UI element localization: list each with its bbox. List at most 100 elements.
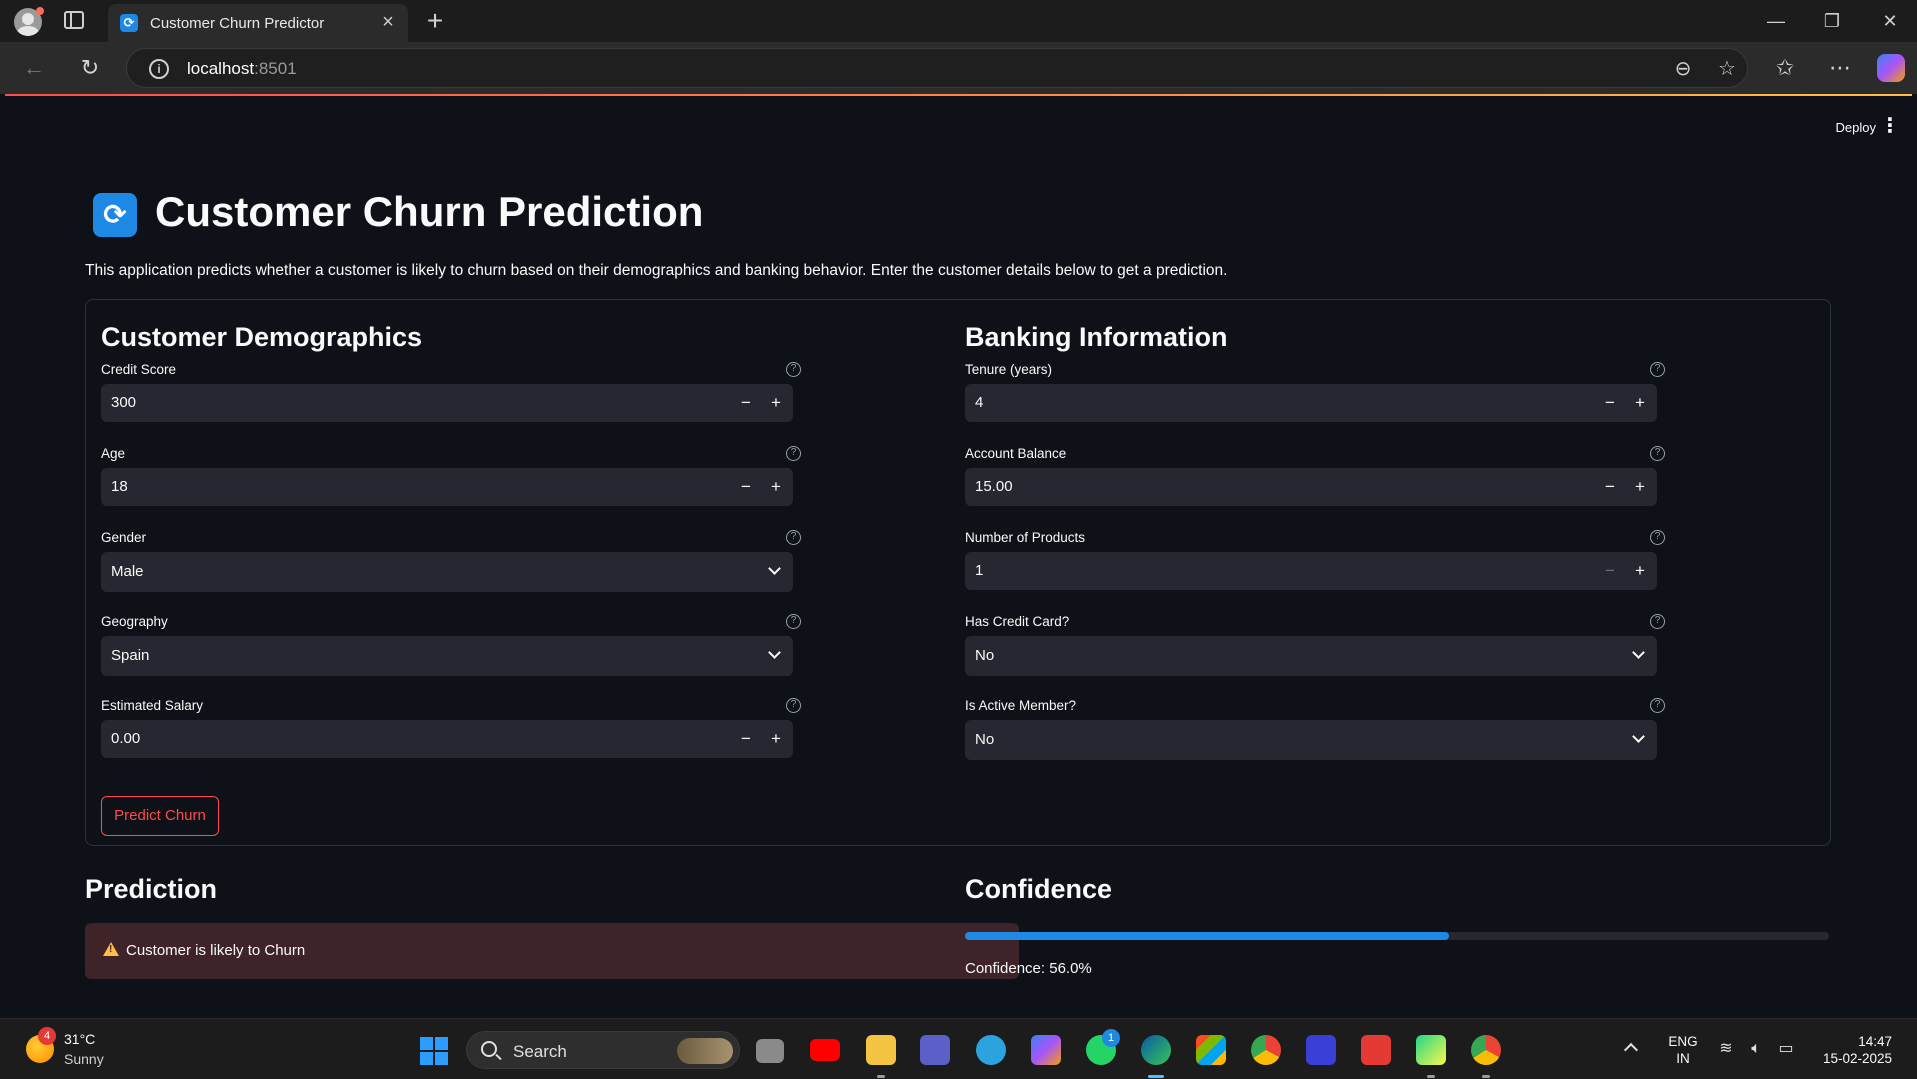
help-icon[interactable]: ?	[786, 614, 801, 629]
browser-tab[interactable]: ⟳ Customer Churn Predictor ×	[108, 4, 408, 42]
balance-value: 15.00	[975, 478, 1013, 495]
pycharm-icon[interactable]	[1416, 1035, 1446, 1065]
clock[interactable]: 14:47 15-02-2025	[1812, 1033, 1892, 1067]
zoom-out-icon[interactable]: ⊖	[1669, 55, 1697, 83]
help-icon[interactable]: ?	[1650, 530, 1665, 545]
wifi-icon[interactable]: ≋	[1716, 1039, 1736, 1059]
weather-condition[interactable]: Sunny	[64, 1051, 104, 1067]
gender-value: Male	[111, 563, 144, 580]
help-icon[interactable]: ?	[786, 530, 801, 545]
credit-card-select[interactable]: No	[965, 636, 1657, 676]
tab-actions-icon[interactable]	[64, 11, 84, 29]
youtube-icon[interactable]	[810, 1039, 840, 1061]
more-menu-icon[interactable]: ⋯	[1824, 52, 1856, 84]
increment-icon[interactable]: +	[761, 724, 791, 754]
confidence-progress-bar	[965, 932, 1829, 940]
increment-icon[interactable]: +	[761, 472, 791, 502]
active-member-label: Is Active Member?	[965, 698, 1077, 713]
show-hidden-icons-icon[interactable]	[1624, 1041, 1636, 1053]
decrement-icon[interactable]: −	[731, 388, 761, 418]
edge-icon[interactable]	[1141, 1035, 1171, 1065]
active-app-indicator	[1148, 1075, 1164, 1078]
increment-icon[interactable]: +	[761, 388, 791, 418]
geography-select[interactable]: Spain	[101, 636, 793, 676]
prediction-header: Prediction	[85, 874, 218, 904]
close-window-icon[interactable]: ✕	[1870, 6, 1910, 36]
help-icon[interactable]: ?	[1650, 698, 1665, 713]
chrome-icon[interactable]	[1251, 1035, 1281, 1065]
predict-churn-button[interactable]: Predict Churn	[101, 796, 219, 836]
profile-notification-dot	[36, 7, 44, 15]
weather-temperature[interactable]: 31°C	[64, 1031, 95, 1047]
help-icon[interactable]: ?	[786, 362, 801, 377]
salary-value: 0.00	[111, 730, 141, 747]
decrement-icon[interactable]: −	[1595, 472, 1625, 502]
age-label: Age	[101, 446, 126, 461]
balance-input[interactable]: 15.00 − +	[965, 468, 1657, 506]
credit-score-input[interactable]: 300 − +	[101, 384, 793, 422]
favorites-icon[interactable]: ✩	[1769, 52, 1801, 84]
running-indicator	[1427, 1075, 1435, 1078]
help-icon[interactable]: ?	[1650, 446, 1665, 461]
credit-card-value: No	[975, 647, 995, 664]
decrement-icon[interactable]: −	[731, 472, 761, 502]
favorite-star-icon[interactable]: ☆	[1713, 55, 1741, 83]
decrement-icon[interactable]: −	[1595, 556, 1625, 586]
increment-icon[interactable]: +	[1625, 472, 1655, 502]
help-icon[interactable]: ?	[786, 698, 801, 713]
app-menu-icon[interactable]: ⋮	[1880, 114, 1900, 138]
windows-start-icon[interactable]	[420, 1037, 448, 1065]
copilot-icon[interactable]	[1877, 54, 1905, 82]
products-input[interactable]: 1 − +	[965, 552, 1657, 590]
back-arrow-icon[interactable]: ←	[18, 52, 50, 84]
active-member-select[interactable]: No	[965, 720, 1657, 760]
help-icon[interactable]: ?	[786, 446, 801, 461]
tenure-input[interactable]: 4 − +	[965, 384, 1657, 422]
gender-select[interactable]: Male	[101, 552, 793, 592]
code-editor-icon[interactable]	[1306, 1035, 1336, 1065]
telegram-icon[interactable]	[976, 1035, 1006, 1065]
teams-icon[interactable]	[920, 1035, 950, 1065]
salary-input[interactable]: 0.00 − +	[101, 720, 793, 758]
prediction-alert: Customer is likely to Churn	[85, 923, 1019, 979]
chevron-down-icon	[767, 564, 781, 578]
chrome-profile-icon[interactable]	[1471, 1035, 1501, 1065]
wps-office-icon[interactable]	[1361, 1035, 1391, 1065]
refresh-logo-icon: ⟳	[93, 193, 137, 237]
language-indicator[interactable]: ENG IN	[1666, 1033, 1700, 1067]
tab-title: Customer Churn Predictor	[150, 15, 325, 32]
restore-icon[interactable]: ❐	[1812, 6, 1852, 36]
task-view-icon[interactable]	[756, 1039, 784, 1063]
age-value: 18	[111, 478, 128, 495]
increment-icon[interactable]: +	[1625, 556, 1655, 586]
age-input[interactable]: 18 − +	[101, 468, 793, 506]
search-icon	[481, 1041, 497, 1057]
prediction-text: Customer is likely to Churn	[126, 942, 306, 959]
reload-icon[interactable]: ↻	[74, 52, 106, 84]
deploy-button[interactable]: Deploy	[1836, 120, 1876, 135]
decrement-icon[interactable]: −	[1595, 388, 1625, 418]
minimize-icon[interactable]: —	[1756, 6, 1796, 36]
volume-icon[interactable]: 🔈︎	[1746, 1039, 1766, 1059]
increment-icon[interactable]: +	[1625, 388, 1655, 418]
address-bar[interactable]: i localhost:8501 ⊖ ☆	[126, 48, 1748, 88]
site-info-icon[interactable]: i	[149, 59, 169, 79]
refresh-favicon-icon: ⟳	[120, 14, 138, 32]
close-tab-icon[interactable]: ×	[376, 10, 400, 34]
decrement-icon[interactable]: −	[731, 724, 761, 754]
help-icon[interactable]: ?	[1650, 614, 1665, 629]
taskbar-search[interactable]: Search	[466, 1031, 740, 1069]
geography-value: Spain	[111, 647, 150, 664]
confidence-header: Confidence	[965, 874, 1113, 904]
battery-icon[interactable]: ▭	[1776, 1039, 1796, 1059]
file-explorer-icon[interactable]	[866, 1035, 896, 1065]
new-tab-icon[interactable]: +	[420, 6, 450, 36]
prediction-form: Customer Demographics Credit Score ? 300…	[85, 299, 1831, 846]
credit-score-value: 300	[111, 394, 137, 411]
whatsapp-badge: 1	[1102, 1029, 1120, 1047]
active-member-value: No	[975, 731, 995, 748]
help-icon[interactable]: ?	[1650, 362, 1665, 377]
copilot-app-icon[interactable]	[1031, 1035, 1061, 1065]
microsoft-store-icon[interactable]	[1196, 1035, 1226, 1065]
app-viewport: Deploy ⋮ ⟳ Customer Churn Prediction Thi…	[5, 96, 1912, 1018]
